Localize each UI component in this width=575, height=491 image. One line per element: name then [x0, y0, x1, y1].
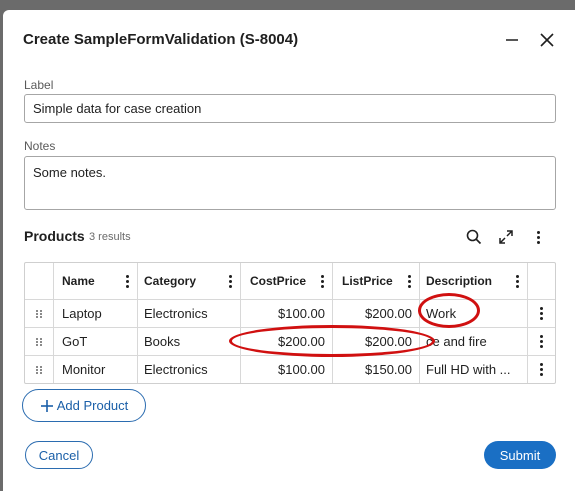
table-row: Monitor Electronics $100.00 $150.00 Full… — [25, 355, 555, 383]
drag-handle[interactable] — [25, 328, 54, 355]
more-vertical-icon — [538, 363, 546, 377]
search-button[interactable] — [463, 226, 485, 248]
header-drag-cell — [25, 263, 54, 299]
cell-costprice[interactable]: $200.00 — [241, 328, 333, 355]
search-icon — [466, 229, 482, 245]
header-actions-cell — [528, 263, 555, 299]
cancel-button[interactable]: Cancel — [25, 441, 93, 469]
column-header-category[interactable]: Category — [138, 263, 241, 299]
column-header-name[interactable]: Name — [54, 263, 138, 299]
dialog-title: Create SampleFormValidation (S-8004) — [23, 31, 299, 48]
add-product-button[interactable]: Add Product — [22, 389, 146, 422]
expand-icon — [499, 230, 513, 244]
cell-costprice[interactable]: $100.00 — [241, 356, 333, 383]
minimize-button[interactable] — [500, 28, 524, 52]
cell-description[interactable]: Work — [420, 300, 528, 327]
cell-costprice[interactable]: $100.00 — [241, 300, 333, 327]
column-menu-icon[interactable] — [123, 274, 131, 288]
cell-category[interactable]: Electronics — [138, 300, 241, 327]
cell-description[interactable]: ce and fire — [420, 328, 528, 355]
expand-button[interactable] — [495, 226, 517, 248]
products-more-button[interactable] — [527, 226, 549, 248]
drag-handle-icon — [36, 309, 42, 318]
notes-field-caption: Notes — [24, 139, 56, 153]
minimize-icon — [506, 39, 518, 41]
column-menu-icon[interactable] — [513, 274, 521, 288]
more-vertical-icon — [538, 335, 546, 349]
create-case-dialog: Create SampleFormValidation (S-8004) Lab… — [3, 10, 575, 491]
row-actions-button[interactable] — [528, 356, 555, 383]
label-input[interactable]: Simple data for case creation — [24, 94, 556, 123]
drag-handle-icon — [36, 337, 42, 346]
submit-button[interactable]: Submit — [484, 441, 556, 469]
close-icon — [540, 33, 554, 47]
drag-handle[interactable] — [25, 300, 54, 327]
column-menu-icon[interactable] — [318, 274, 326, 288]
cell-listprice[interactable]: $200.00 — [333, 328, 420, 355]
column-header-label: Category — [144, 274, 197, 288]
more-vertical-icon — [534, 230, 542, 244]
column-menu-icon[interactable] — [405, 274, 413, 288]
label-field-caption: Label — [24, 78, 54, 92]
column-header-costprice[interactable]: CostPrice — [241, 263, 333, 299]
cell-listprice[interactable]: $150.00 — [333, 356, 420, 383]
cell-category[interactable]: Electronics — [138, 356, 241, 383]
column-header-label: ListPrice — [342, 274, 393, 288]
more-vertical-icon — [538, 307, 546, 321]
plus-icon — [40, 399, 53, 412]
row-actions-button[interactable] — [528, 328, 555, 355]
column-header-listprice[interactable]: ListPrice — [333, 263, 420, 299]
close-button[interactable] — [535, 28, 559, 52]
cell-category[interactable]: Books — [138, 328, 241, 355]
notes-textarea[interactable]: Some notes. — [24, 156, 556, 210]
products-result-count: 3 results — [89, 231, 131, 243]
products-table: Name Category CostPrice ListPrice Descri… — [24, 262, 556, 384]
table-row: Laptop Electronics $100.00 $200.00 Work — [25, 299, 555, 327]
table-header-row: Name Category CostPrice ListPrice Descri… — [25, 263, 555, 299]
column-header-description[interactable]: Description — [420, 263, 528, 299]
column-header-label: Description — [426, 274, 493, 288]
cell-name[interactable]: Laptop — [54, 300, 138, 327]
column-header-label: CostPrice — [250, 274, 307, 288]
table-row: GoT Books $200.00 $200.00 ce and fire — [25, 327, 555, 355]
add-product-label: Add Product — [56, 398, 129, 413]
column-menu-icon[interactable] — [226, 274, 234, 288]
cell-description[interactable]: Full HD with ... — [420, 356, 528, 383]
drag-handle[interactable] — [25, 356, 54, 383]
products-section-title: Products — [24, 228, 85, 244]
cell-name[interactable]: Monitor — [54, 356, 138, 383]
cell-listprice[interactable]: $200.00 — [333, 300, 420, 327]
cell-name[interactable]: GoT — [54, 328, 138, 355]
column-header-label: Name — [62, 274, 95, 288]
row-actions-button[interactable] — [528, 300, 555, 327]
drag-handle-icon — [36, 365, 42, 374]
